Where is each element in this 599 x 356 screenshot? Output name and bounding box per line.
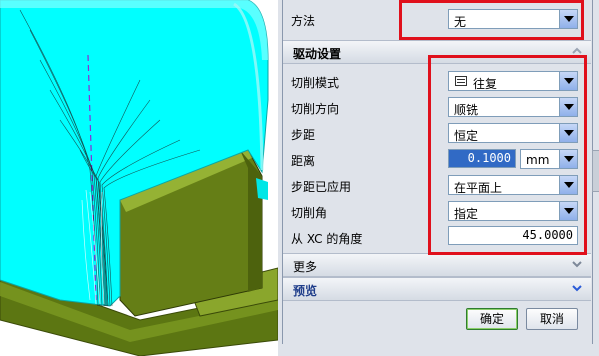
angle-from-xc-label: 从 XC 的角度 [291, 232, 363, 246]
cut-angle-label: 切削角 [291, 206, 328, 220]
graphics-viewport[interactable] [0, 0, 278, 356]
scroll-edge[interactable] [592, 150, 599, 192]
part-model-drawing [0, 0, 278, 356]
expand-down-icon[interactable] [571, 282, 583, 294]
stepover-applied-label: 步距已应用 [291, 180, 352, 194]
drive-settings-highlight-box [428, 55, 587, 255]
distance-label: 距离 [291, 154, 316, 168]
ok-button[interactable]: 确定 [466, 308, 518, 330]
expand-down-icon[interactable] [571, 258, 583, 270]
method-label: 方法 [291, 14, 316, 28]
more-section-title: 更多 [293, 260, 318, 274]
cancel-button[interactable]: 取消 [526, 308, 578, 330]
preview-section-title: 预览 [293, 284, 318, 298]
drive-settings-title: 驱动设置 [293, 47, 342, 61]
method-highlight-box [399, 0, 584, 40]
stepover-label: 步距 [291, 128, 316, 142]
preview-section-header[interactable]: 预览 [283, 277, 591, 301]
cut-pattern-label: 切削模式 [291, 76, 340, 90]
cut-direction-label: 切削方向 [291, 102, 340, 116]
more-section-header[interactable]: 更多 [283, 253, 591, 277]
